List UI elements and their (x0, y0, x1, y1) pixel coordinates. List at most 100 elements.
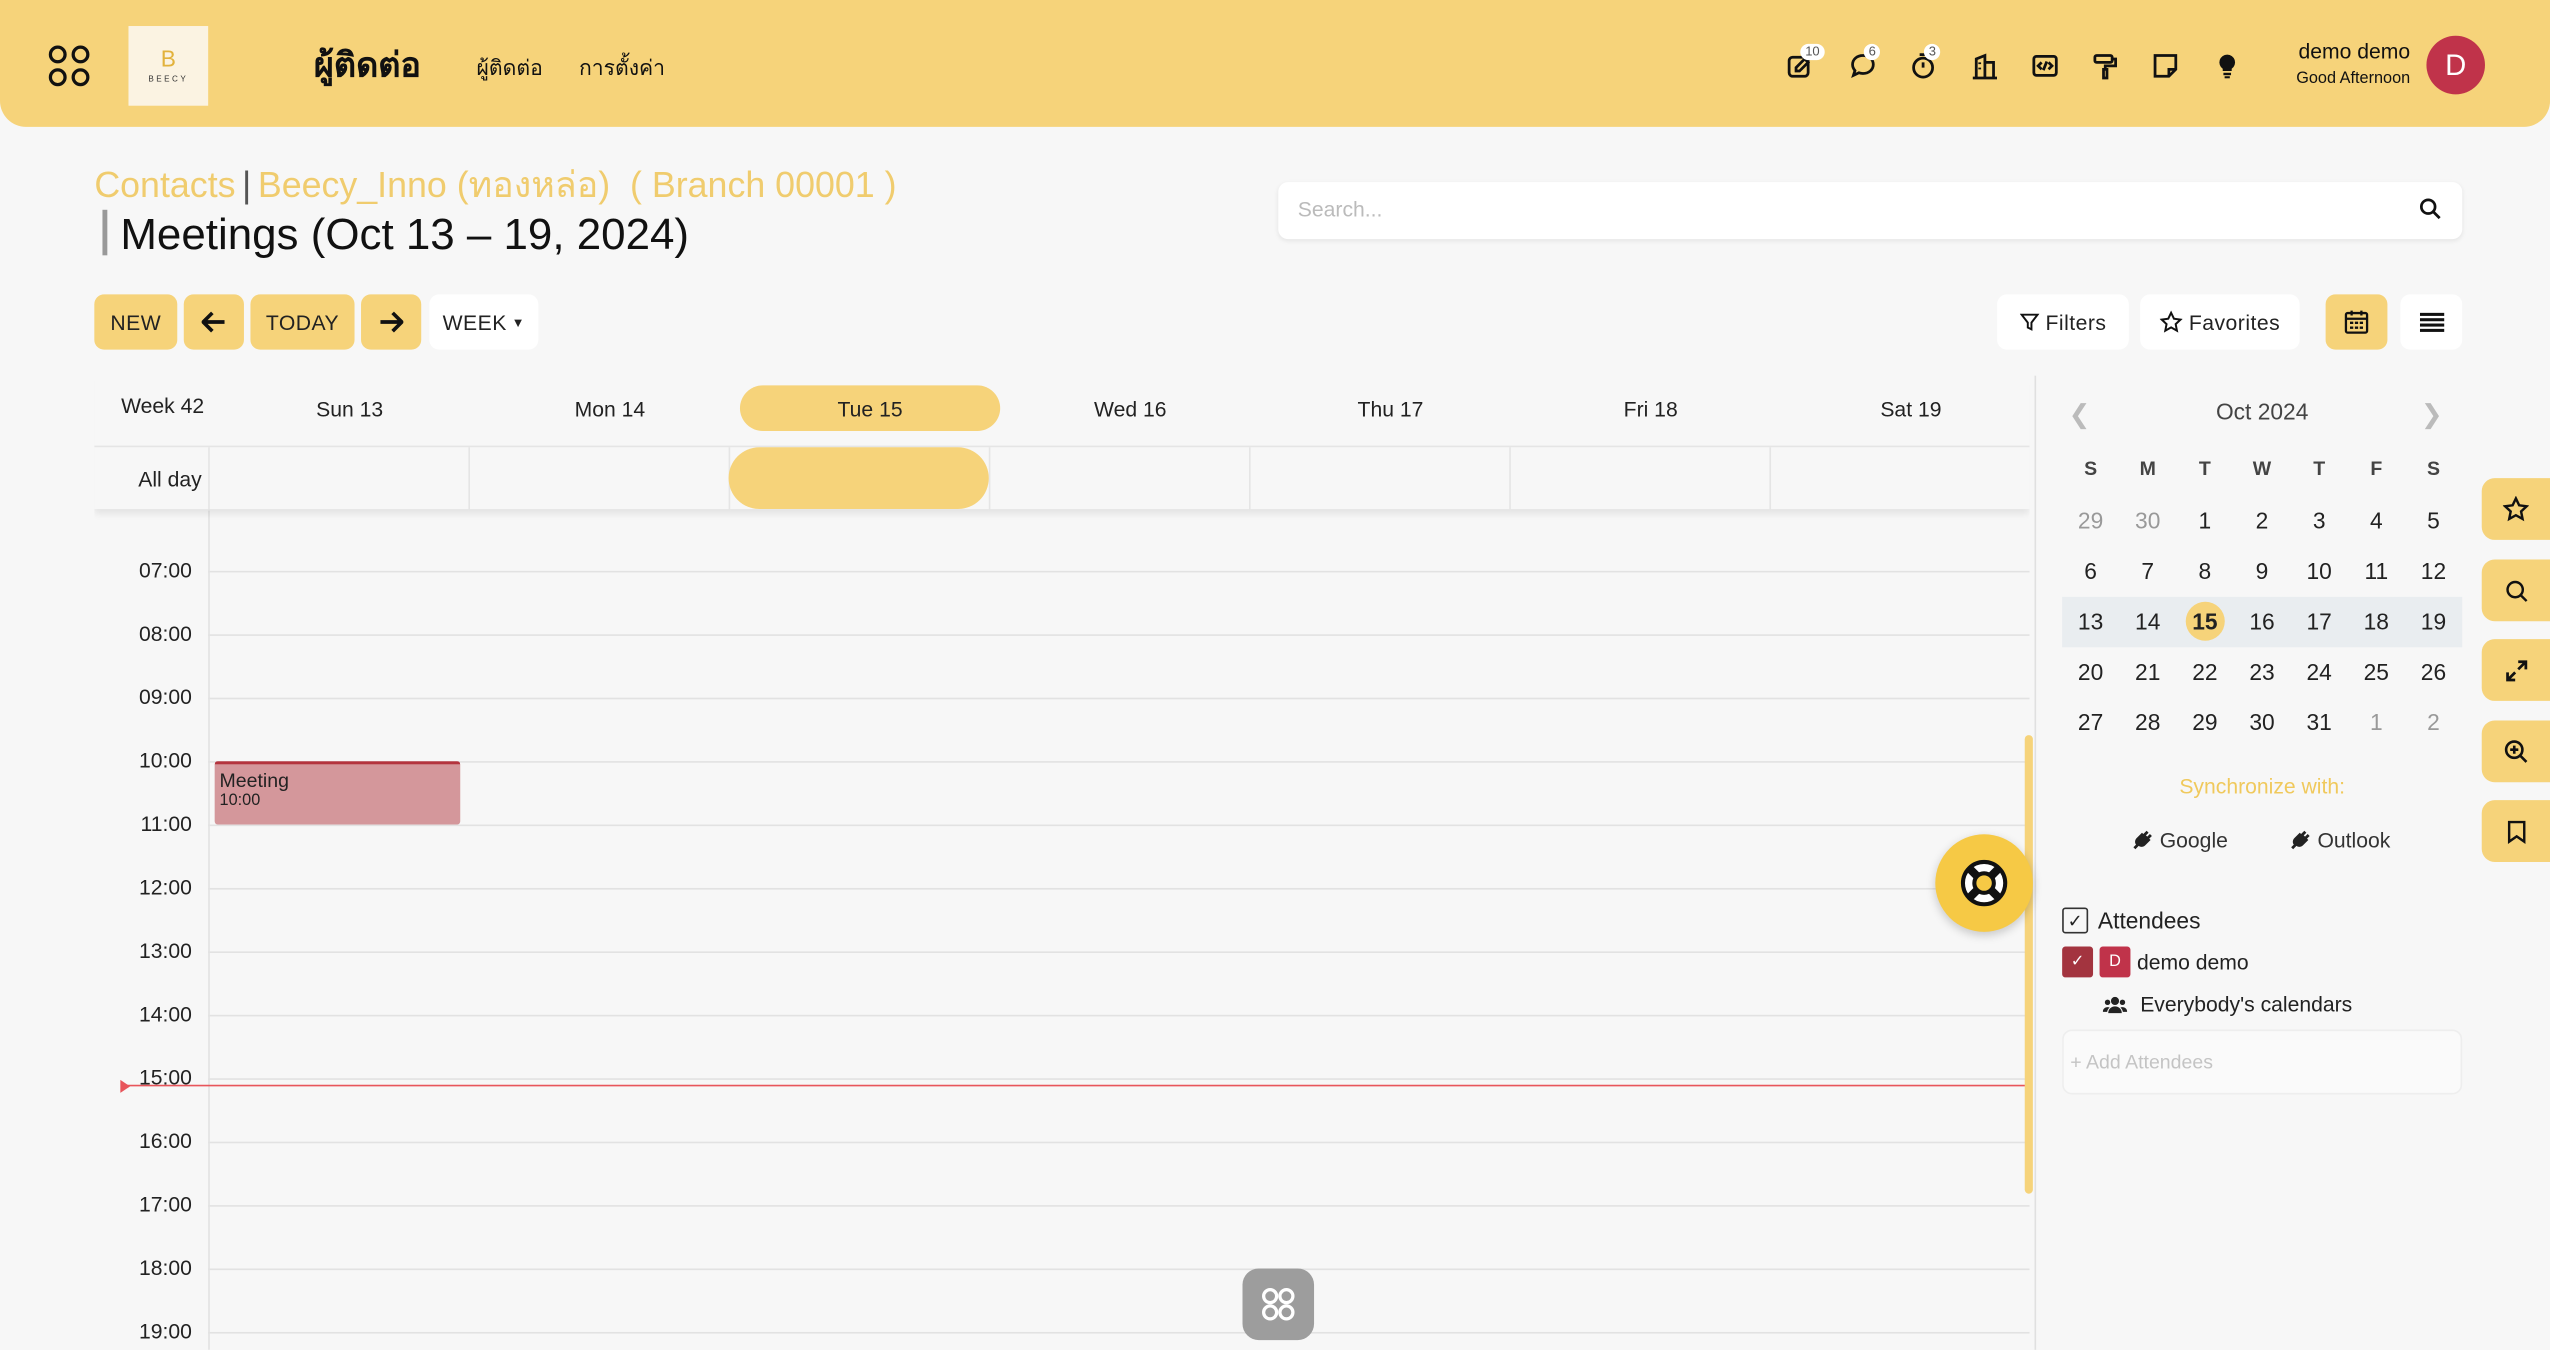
search-input[interactable] (1297, 196, 2404, 222)
mini-day-cell[interactable]: 6 (2062, 558, 2119, 584)
hour-row[interactable]: 09:00 (94, 685, 2030, 761)
add-attendees-input[interactable] (2070, 1050, 2455, 1074)
mini-day-cell[interactable]: 31 (2291, 709, 2348, 735)
everybody-calendars-row[interactable]: Everybody's calendars (2102, 992, 2352, 1016)
attendees-checkbox[interactable]: ✓ (2062, 907, 2089, 934)
mini-next-icon[interactable]: ❯ (2421, 398, 2443, 431)
mini-day-cell[interactable]: 29 (2176, 709, 2233, 735)
app-title[interactable]: ผู้ติดต่อ (314, 39, 421, 93)
mini-day-cell[interactable]: 9 (2234, 558, 2291, 584)
day-header-5[interactable]: Fri 18 (1521, 385, 1781, 431)
mini-day-cell[interactable]: 16 (2234, 608, 2291, 634)
mini-day-cell[interactable]: 28 (2119, 709, 2176, 735)
day-header-6[interactable]: Sat 19 (1781, 385, 2030, 431)
hour-row[interactable]: 13:00 (94, 938, 2030, 1014)
user-name[interactable]: demo demo (2261, 39, 2411, 63)
hour-row[interactable]: 18:00 (94, 1256, 2030, 1332)
mini-day-cell[interactable]: 29 (2062, 507, 2119, 533)
mini-day-cell[interactable]: 21 (2119, 659, 2176, 685)
code-icon[interactable] (2028, 49, 2061, 82)
breadcrumb-company[interactable]: Beecy_Inno (ทองหล่อ) ( Branch 00001 ) (258, 164, 897, 205)
chat-icon[interactable]: 6 (1846, 43, 1881, 82)
side-favorite-button[interactable] (2481, 478, 2550, 540)
mini-day-cell[interactable]: 22 (2176, 659, 2233, 685)
mini-day-cell[interactable]: 30 (2234, 709, 2291, 735)
company-logo[interactable]: B BEECY (128, 26, 209, 106)
mini-day-cell[interactable]: 3 (2291, 507, 2348, 533)
day-header-4[interactable]: Thu 17 (1260, 385, 1520, 431)
mini-day-cell[interactable]: 5 (2405, 507, 2462, 533)
mini-day-cell[interactable]: 25 (2348, 659, 2405, 685)
mini-day-cell[interactable]: 27 (2062, 709, 2119, 735)
day-header-3[interactable]: Wed 16 (1000, 385, 1260, 431)
hour-row[interactable]: 17:00 (94, 1192, 2030, 1268)
user-avatar[interactable]: D (2426, 35, 2485, 95)
hour-row[interactable]: 08:00 (94, 621, 2030, 697)
mini-day-cell[interactable]: 2 (2405, 709, 2462, 735)
mini-day-cell[interactable]: 1 (2176, 507, 2233, 533)
mini-day-cell[interactable]: 26 (2405, 659, 2462, 685)
mini-day-cell[interactable]: 1 (2348, 709, 2405, 735)
help-lifebuoy-button[interactable] (1935, 834, 2033, 932)
list-view-button[interactable] (2400, 294, 2463, 350)
bottom-apps-button[interactable] (1242, 1268, 1315, 1341)
mini-day-cell[interactable]: 23 (2234, 659, 2291, 685)
company-icon[interactable] (1968, 49, 2001, 82)
hour-row[interactable]: 16:00 (94, 1129, 2030, 1205)
side-expand-button[interactable] (2481, 639, 2550, 701)
mini-day-cell[interactable]: 18 (2348, 608, 2405, 634)
search-icon[interactable] (2418, 197, 2442, 230)
paint-roller-icon[interactable] (2088, 49, 2121, 82)
mini-day-cell[interactable]: 8 (2176, 558, 2233, 584)
day-header-2[interactable]: Tue 15 (739, 385, 1001, 431)
all-day-today-cell[interactable] (728, 447, 989, 510)
mini-day-cell[interactable]: 30 (2119, 507, 2176, 533)
mini-day-cell[interactable]: 2 (2234, 507, 2291, 533)
hour-row[interactable]: 14:00 (94, 1002, 2030, 1078)
today-button[interactable]: TODAY (250, 294, 355, 350)
breadcrumb-contacts[interactable]: Contacts (94, 164, 235, 205)
hour-row[interactable]: 19:00 (94, 1319, 2030, 1350)
mini-day-cell[interactable]: 15 (2176, 608, 2233, 634)
hour-row[interactable]: 12:00 (94, 875, 2030, 951)
mini-day-cell[interactable]: 24 (2291, 659, 2348, 685)
previous-button[interactable] (183, 294, 244, 350)
attendees-header[interactable]: ✓ Attendees (2062, 907, 2200, 934)
mini-day-cell[interactable]: 10 (2291, 558, 2348, 584)
hour-row[interactable]: 11:00 (94, 812, 2030, 888)
side-bookmark-button[interactable] (2481, 800, 2550, 862)
side-search-button[interactable] (2481, 559, 2550, 622)
mini-day-cell[interactable]: 11 (2348, 558, 2405, 584)
hour-row[interactable]: 15:00 (94, 1065, 2030, 1141)
calendar-view-button[interactable] (2325, 294, 2388, 350)
calendar-scrollbar[interactable] (2024, 735, 2033, 1194)
day-header-1[interactable]: Mon 14 (480, 385, 740, 431)
menu-item-contacts[interactable]: ผู้ติดต่อ (477, 50, 543, 84)
mini-day-cell[interactable]: 7 (2119, 558, 2176, 584)
lightbulb-icon[interactable] (2210, 49, 2243, 82)
apps-menu-icon[interactable] (48, 45, 91, 88)
mini-day-cell[interactable]: 17 (2291, 608, 2348, 634)
mini-day-cell[interactable]: 4 (2348, 507, 2405, 533)
attendee-row[interactable]: ✓ D demo demo (2062, 946, 2249, 978)
note-icon[interactable] (2148, 49, 2181, 82)
mini-day-cell[interactable]: 12 (2405, 558, 2462, 584)
outlook-sync-button[interactable]: Outlook (2290, 828, 2390, 852)
attendee-checkbox[interactable]: ✓ (2062, 946, 2094, 978)
favorites-button[interactable]: Favorites (2140, 294, 2300, 350)
scale-dropdown[interactable]: WEEK ▼ (429, 294, 539, 350)
timer-icon[interactable]: 3 (1906, 43, 1941, 82)
google-sync-button[interactable]: Google (2132, 828, 2228, 852)
mini-day-cell[interactable]: 14 (2119, 608, 2176, 634)
activity-icon[interactable]: 10 (1782, 43, 1825, 82)
day-header-0[interactable]: Sun 13 (220, 385, 480, 431)
next-button[interactable] (361, 294, 422, 350)
menu-item-settings[interactable]: การตั้งค่า (579, 50, 665, 84)
calendar-event[interactable]: Meeting 10:00 (214, 761, 461, 825)
new-button[interactable]: NEW (94, 294, 178, 350)
mini-day-cell[interactable]: 20 (2062, 659, 2119, 685)
hour-row[interactable]: 07:00 (94, 558, 2030, 634)
side-zoom-button[interactable] (2481, 720, 2550, 783)
mini-day-cell[interactable]: 13 (2062, 608, 2119, 634)
mini-day-cell[interactable]: 19 (2405, 608, 2462, 634)
